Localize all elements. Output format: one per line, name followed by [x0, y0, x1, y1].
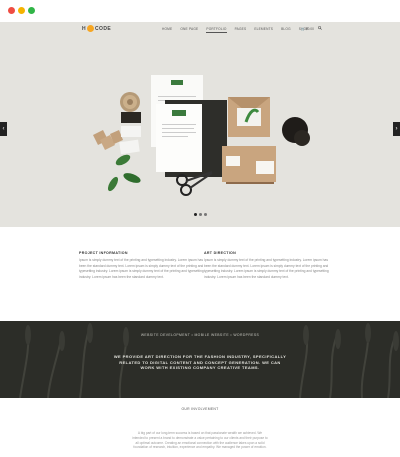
search-icon[interactable]	[318, 26, 322, 30]
services-tags: WEBSITE DEVELOPMENT • MOBILE WEBSITE • W…	[140, 333, 260, 337]
art-direction-block: ART DIRECTION Ipsum is simply dummy text…	[204, 251, 332, 280]
minimize-window-dot[interactable]	[18, 7, 25, 14]
site-header: H CODE HOME ONE PAGE PORTFOLIO PAGES ELE…	[0, 22, 400, 36]
slider-bullet[interactable]	[199, 213, 202, 216]
art-direction-title: ART DIRECTION	[204, 251, 237, 255]
involvement-title: OUR INVOLVEMENT	[181, 407, 219, 411]
nav-item-blog[interactable]: BLOG	[281, 27, 291, 33]
logo-right-text: CODE	[95, 25, 112, 32]
logo-circle-icon	[87, 25, 95, 32]
cart-total: $0.00	[305, 27, 314, 31]
close-window-dot[interactable]	[8, 7, 15, 14]
chevron-right-icon: ›	[395, 126, 398, 132]
nav-item-one-page[interactable]: ONE PAGE	[180, 27, 198, 33]
services-statement: WE PROVIDE ART DIRECTION FOR THE FASHION…	[113, 354, 287, 371]
slider-prev-button[interactable]: ‹	[0, 122, 7, 136]
maximize-window-dot[interactable]	[28, 7, 35, 14]
project-information-text: Ipsum is simply dummy text of the printi…	[79, 258, 204, 279]
slider-next-button[interactable]: ›	[393, 122, 400, 136]
cart-icon: 🛒	[301, 27, 305, 31]
slider-bullet[interactable]	[194, 213, 197, 216]
nav-item-pages[interactable]: PAGES	[235, 27, 247, 33]
nav-item-portfolio[interactable]: PORTFOLIO	[206, 27, 227, 33]
involvement-section: OUR INVOLVEMENT A big part of our long-t…	[0, 398, 400, 457]
slider-bullet[interactable]	[204, 213, 207, 216]
project-information-title: PROJECT INFORMATION	[79, 251, 128, 255]
cart-button[interactable]: 🛒 $0.00	[301, 27, 314, 31]
hero-slider	[0, 22, 400, 227]
tag-icon	[93, 130, 123, 150]
hero-image	[93, 75, 310, 196]
project-information-block: PROJECT INFORMATION Ipsum is simply dumm…	[79, 251, 207, 280]
logo-left-text: H	[82, 25, 87, 32]
involvement-text: A big part of our long-term success is b…	[132, 431, 268, 450]
dark-parallax-band: WEBSITE DEVELOPMENT • MOBILE WEBSITE • W…	[0, 321, 400, 398]
nav-item-home[interactable]: HOME	[162, 27, 172, 33]
chevron-left-icon: ‹	[2, 126, 5, 132]
main-nav: HOME ONE PAGE PORTFOLIO PAGES ELEMENTS B…	[162, 27, 317, 33]
site-logo[interactable]: H CODE	[82, 25, 111, 32]
browser-titlebar	[0, 0, 400, 22]
art-direction-text: Ipsum is simply dummy text of the printi…	[204, 258, 329, 279]
nav-item-elements[interactable]: ELEMENTS	[254, 27, 273, 33]
twine-icon	[120, 92, 140, 112]
slider-bullets	[194, 213, 207, 216]
leaf-icon	[107, 154, 141, 192]
